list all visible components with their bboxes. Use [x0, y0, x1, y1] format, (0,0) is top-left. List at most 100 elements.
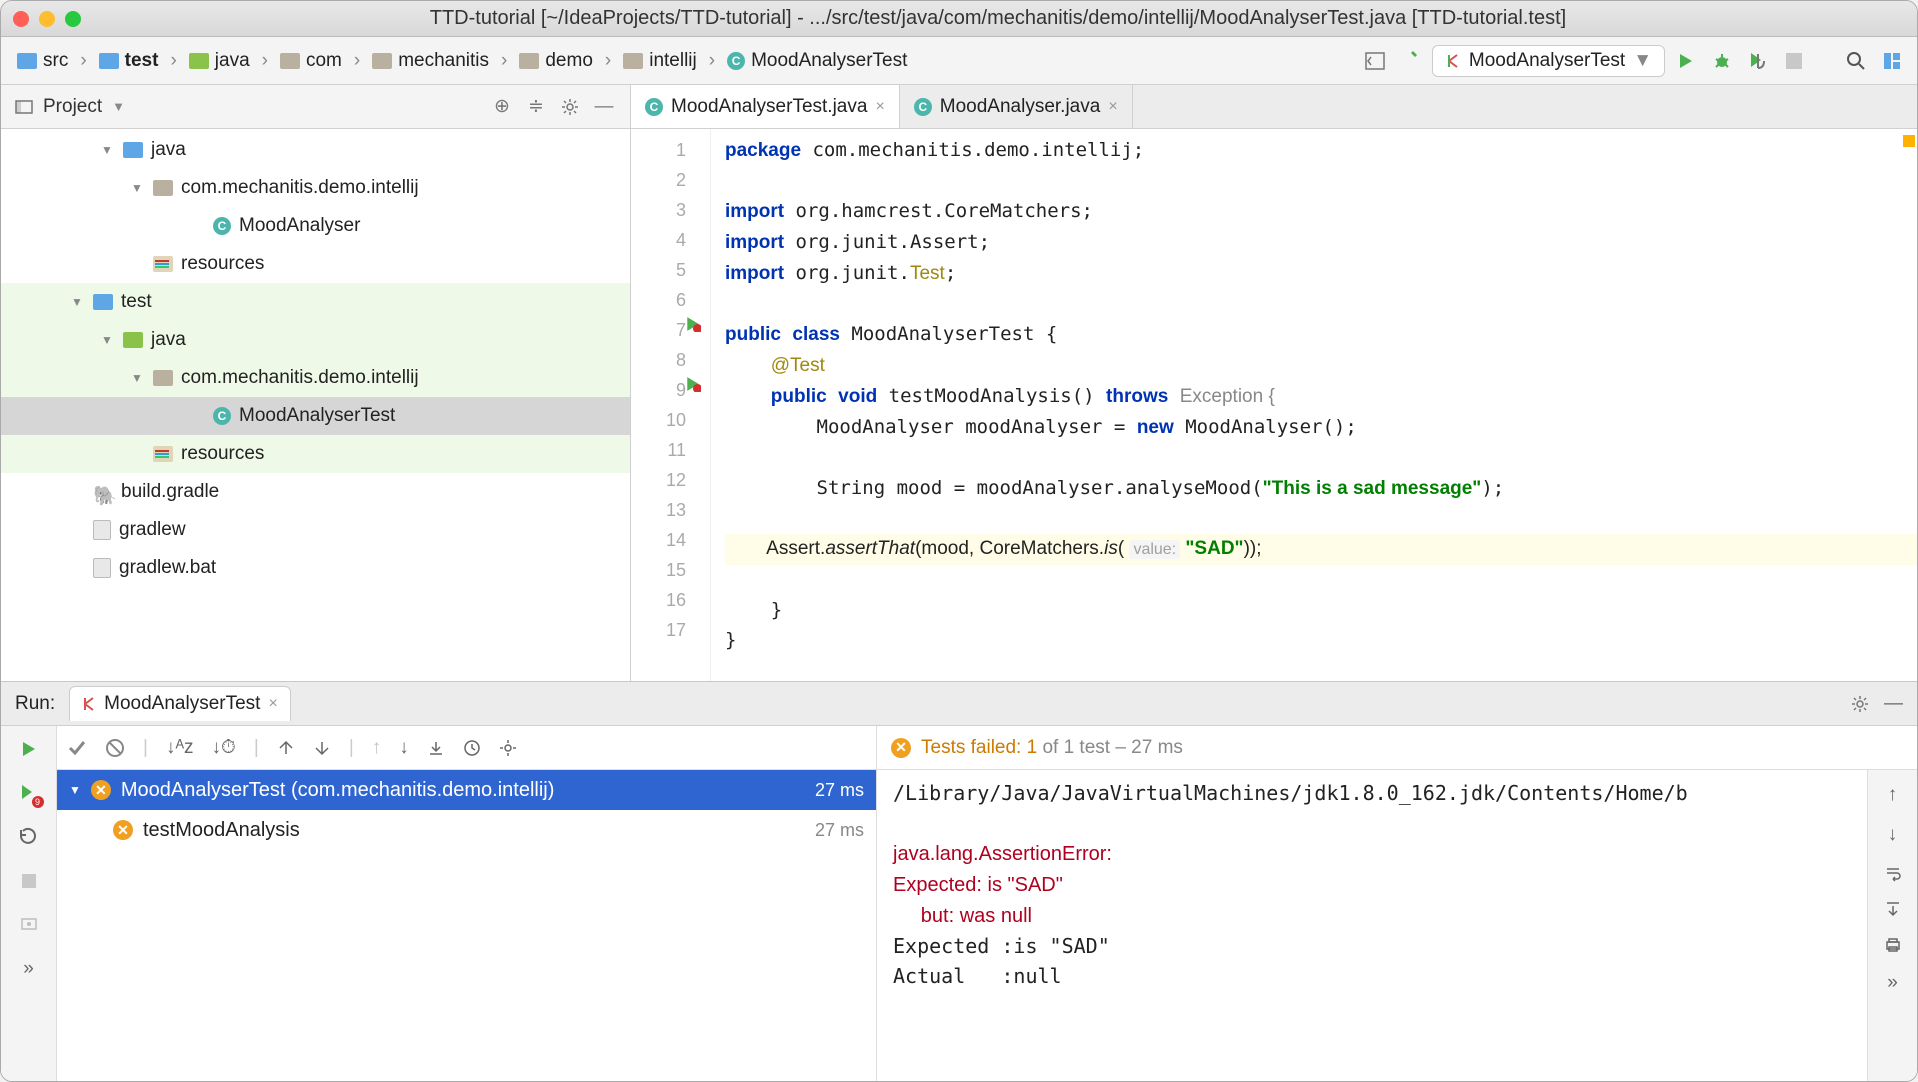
tree-item[interactable]: resources — [1, 245, 630, 283]
tree-item[interactable]: gradlew — [1, 511, 630, 549]
tree-item[interactable]: ▼ java — [1, 131, 630, 169]
show-passed-button[interactable] — [67, 738, 87, 758]
tree-arrow-icon[interactable]: ▼ — [101, 143, 115, 157]
settings-button[interactable] — [558, 95, 582, 119]
build-button[interactable] — [1396, 46, 1426, 76]
scroll-to-end-button[interactable] — [1884, 900, 1902, 918]
run-button[interactable] — [1671, 46, 1701, 76]
test-failed-icon: ✕ — [91, 780, 111, 800]
tree-arrow-icon[interactable]: ▼ — [71, 295, 85, 309]
close-icon[interactable]: × — [1108, 98, 1117, 116]
maximize-window-button[interactable] — [65, 11, 81, 27]
breadcrumb-demo[interactable]: demo — [513, 48, 599, 74]
export-button[interactable] — [427, 739, 445, 757]
run-coverage-button[interactable] — [1743, 46, 1773, 76]
breadcrumb-mechanitis[interactable]: mechanitis — [366, 48, 495, 74]
editor-tab[interactable]: C MoodAnalyser.java × — [900, 85, 1133, 128]
breadcrumb-class[interactable]: CMoodAnalyserTest — [721, 48, 913, 74]
run-gutter-icon[interactable] — [685, 376, 701, 392]
tree-item[interactable]: ▼ test — [1, 283, 630, 321]
test-root-label: MoodAnalyserTest (com.mechanitis.demo.in… — [121, 779, 555, 802]
tree-item[interactable]: 🐘 build.gradle — [1, 473, 630, 511]
resources-icon — [153, 256, 173, 272]
scroll-down-button[interactable]: ↓ — [1888, 824, 1898, 846]
class-icon: C — [645, 98, 663, 116]
expand-all-button[interactable]: ≑ — [524, 95, 548, 119]
test-root-row[interactable]: ▼ ✕ MoodAnalyserTest (com.mechanitis.dem… — [57, 770, 876, 810]
stop-run-button[interactable] — [16, 868, 42, 894]
breadcrumb-intellij[interactable]: intellij — [617, 48, 703, 74]
project-label[interactable]: Project — [43, 96, 102, 118]
scroll-up-button[interactable]: ↑ — [1888, 784, 1898, 806]
expand-all-button[interactable] — [277, 739, 295, 757]
more-button[interactable]: » — [16, 956, 42, 982]
tree-arrow-icon[interactable]: ▼ — [131, 371, 145, 385]
close-icon[interactable]: × — [875, 98, 884, 116]
tab-label: MoodAnalyserTest.java — [671, 96, 867, 118]
rerun-button[interactable] — [16, 736, 42, 762]
run-tab[interactable]: MoodAnalyserTest × — [69, 686, 291, 721]
tree-item[interactable]: resources — [1, 435, 630, 473]
chevron-down-icon[interactable]: ▼ — [112, 99, 125, 114]
history-button[interactable] — [463, 739, 481, 757]
show-ignored-button[interactable] — [105, 738, 125, 758]
tree-item[interactable]: ▼ java — [1, 321, 630, 359]
rerun-failed-button[interactable] — [16, 824, 42, 850]
gutter[interactable]: 1234567891011121314151617 — [631, 129, 711, 681]
locate-button[interactable]: ⊕ — [490, 95, 514, 119]
tree-item-label: gradlew — [119, 519, 186, 541]
test-settings-button[interactable] — [499, 739, 517, 757]
nav-back-button[interactable] — [1360, 46, 1390, 76]
print-button[interactable] — [1884, 936, 1902, 954]
project-structure-button[interactable] — [1877, 46, 1907, 76]
run-gutter-icon[interactable] — [685, 316, 701, 332]
test-child-row[interactable]: ✕ testMoodAnalysis 27 ms — [57, 810, 876, 850]
tree-item[interactable]: ▼ com.mechanitis.demo.intellij — [1, 359, 630, 397]
project-tree[interactable]: ▼ java ▼ com.mechanitis.demo.intellij C … — [1, 129, 630, 681]
tests-summary-label: of 1 test – 27 ms — [1037, 737, 1183, 758]
tree-item[interactable]: C MoodAnalyser — [1, 207, 630, 245]
stop-button[interactable] — [1779, 46, 1809, 76]
breadcrumb-java[interactable]: java — [183, 48, 256, 74]
tree-item[interactable]: C MoodAnalyserTest — [1, 397, 630, 435]
collapse-all-button[interactable] — [313, 739, 331, 757]
editor[interactable]: 1234567891011121314151617 package com.me… — [631, 129, 1917, 681]
editor-tab[interactable]: C MoodAnalyserTest.java × — [631, 85, 900, 128]
console-output[interactable]: /Library/Java/JavaVirtualMachines/jdk1.8… — [877, 770, 1867, 1081]
breadcrumb-test[interactable]: test — [93, 48, 165, 74]
sort-alpha-button[interactable]: ↓ᴬz — [166, 737, 194, 759]
dump-threads-button[interactable] — [16, 912, 42, 938]
project-tool-window: Project ▼ ⊕ ≑ — ▼ java ▼ com.mechanitis.… — [1, 85, 631, 681]
tree-arrow-icon[interactable]: ▼ — [131, 181, 145, 195]
hide-run-button[interactable]: — — [1884, 693, 1903, 715]
close-window-button[interactable] — [13, 11, 29, 27]
class-icon: C — [914, 98, 932, 116]
hide-button[interactable]: — — [592, 95, 616, 119]
breadcrumb-src[interactable]: src — [11, 48, 74, 74]
folder-icon — [93, 294, 113, 310]
tree-item[interactable]: gradlew.bat — [1, 549, 630, 587]
tree-arrow-icon[interactable]: ▼ — [101, 333, 115, 347]
warning-stripe-icon[interactable] — [1903, 135, 1915, 147]
prev-failed-button[interactable]: ↑ — [372, 737, 382, 759]
tests-failed-label: Tests failed: 1 — [921, 737, 1037, 758]
close-icon[interactable]: × — [268, 695, 277, 713]
gradle-icon: 🐘 — [93, 484, 113, 500]
soft-wrap-button[interactable] — [1884, 864, 1902, 882]
debug-button[interactable] — [1707, 46, 1737, 76]
tree-item[interactable]: ▼ com.mechanitis.demo.intellij — [1, 169, 630, 207]
folder-icon — [99, 53, 119, 69]
run-configuration-selector[interactable]: MoodAnalyserTest ▼ — [1432, 45, 1665, 77]
resources-icon — [153, 446, 173, 462]
test-tree[interactable]: ▼ ✕ MoodAnalyserTest (com.mechanitis.dem… — [57, 770, 876, 1081]
code-area[interactable]: package com.mechanitis.demo.intellij; im… — [711, 129, 1917, 681]
minimize-window-button[interactable] — [39, 11, 55, 27]
next-failed-button[interactable]: ↓ — [399, 737, 409, 759]
search-button[interactable] — [1841, 46, 1871, 76]
toggle-auto-test-button[interactable]: 9 — [16, 780, 42, 806]
run-settings-button[interactable] — [1850, 694, 1870, 714]
sort-duration-button[interactable]: ↓⏱ — [212, 737, 236, 759]
breadcrumb-com[interactable]: com — [274, 48, 348, 74]
editor-pane: C MoodAnalyserTest.java × C MoodAnalyser… — [631, 85, 1917, 681]
more-button[interactable]: » — [1887, 972, 1898, 994]
